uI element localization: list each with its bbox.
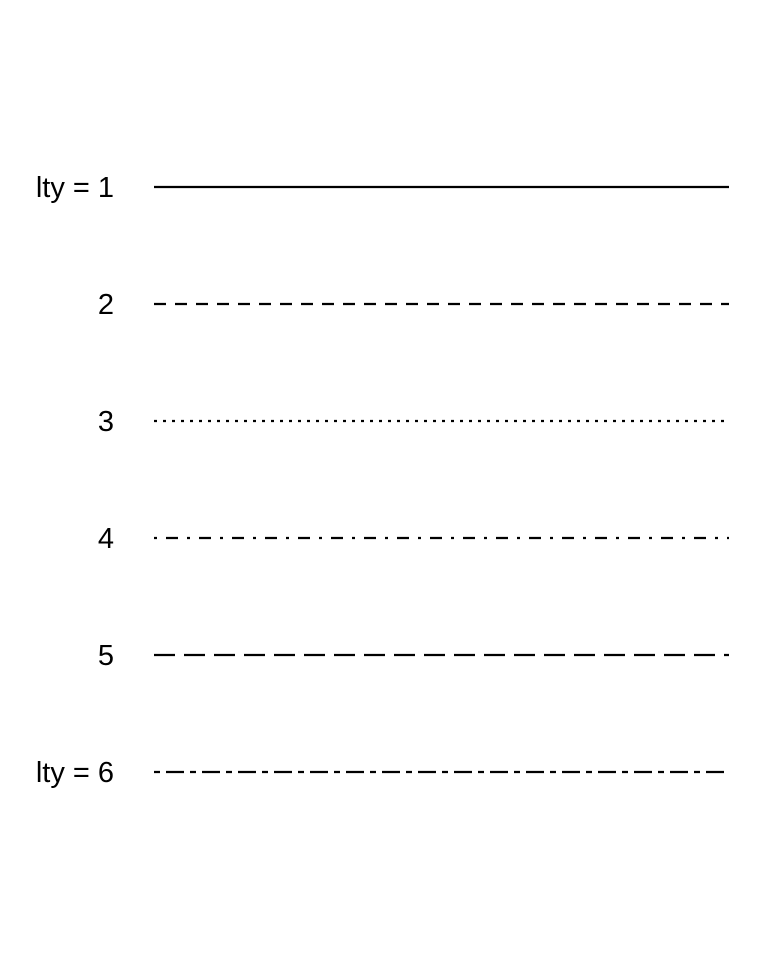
row-label: lty = 6	[36, 757, 114, 789]
row-label: lty = 1	[36, 172, 114, 204]
row-label: 2	[98, 289, 114, 321]
line-type-plot: lty = 1 2 3 4 5 lty = 6	[36, 172, 729, 789]
row-label: 4	[98, 523, 114, 555]
row-label: 3	[98, 406, 114, 438]
row-label: 5	[98, 640, 114, 672]
